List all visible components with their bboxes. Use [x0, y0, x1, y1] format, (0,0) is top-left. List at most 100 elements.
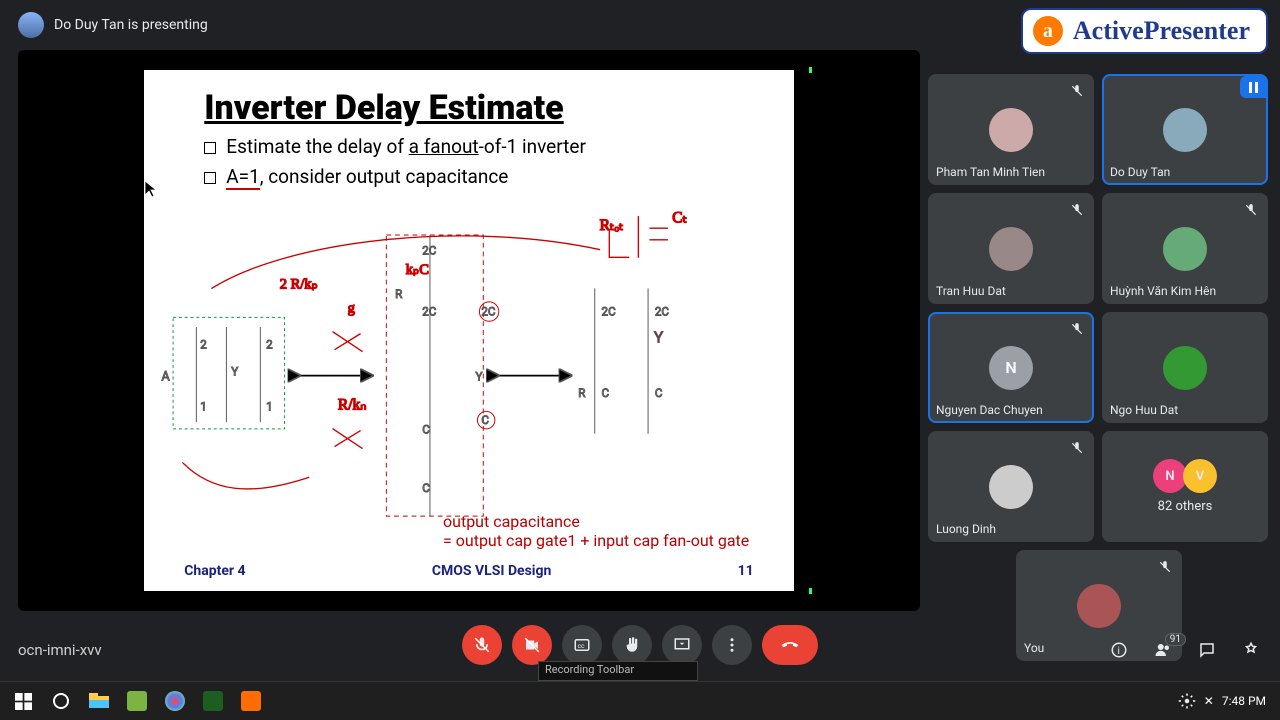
slide: Inverter Delay Estimate Estimate the del…: [144, 70, 793, 592]
participant-tile[interactable]: Pham Tan Minh Tien: [928, 74, 1094, 185]
svg-text:C: C: [422, 422, 430, 436]
slide-title: Inverter Delay Estimate: [204, 88, 763, 128]
participant-name: Luong Dinh: [936, 522, 996, 536]
svg-text:1: 1: [266, 399, 273, 413]
presenter-avatar: [18, 12, 44, 38]
mute-icon: [1066, 318, 1088, 340]
svg-text:2C: 2C: [602, 304, 617, 318]
people-count-badge: 91: [1165, 633, 1186, 646]
svg-text:2: 2: [200, 337, 207, 351]
avatar: [989, 227, 1033, 271]
clock: 7:48 PM: [1222, 694, 1266, 708]
svg-text:Cₜ: Cₜ: [673, 209, 688, 226]
mute-icon: [1066, 199, 1088, 221]
svg-text:2C: 2C: [482, 304, 497, 318]
svg-text:A: A: [162, 369, 171, 384]
svg-text:Y: Y: [232, 364, 239, 378]
avatar: [1163, 108, 1207, 152]
participants-grid: Pham Tan Minh Tien Do Duy Tan Tran Huu Dat…: [928, 74, 1268, 661]
participant-tile[interactable]: Tran Huu Dat: [928, 193, 1094, 304]
captions-button[interactable]: cc: [562, 625, 602, 665]
chat-button[interactable]: [1198, 641, 1222, 665]
slide-footer: Chapter 4 CMOS VLSI Design 11: [184, 563, 753, 579]
end-call-button[interactable]: [762, 625, 818, 665]
svg-text:C: C: [602, 386, 610, 400]
watermark-text: ActivePresenter: [1073, 16, 1250, 46]
footer-page: 11: [738, 563, 754, 579]
recording-toolbar[interactable]: Recording Toolbar: [538, 661, 698, 681]
tile-pause-icon: [1240, 76, 1266, 98]
svg-text:C: C: [482, 413, 490, 427]
right-controls: i 91: [1110, 641, 1266, 665]
mute-icon: [1066, 80, 1088, 102]
participant-name: Tran Huu Dat: [936, 284, 1006, 298]
others-label: 82 others: [1158, 499, 1213, 514]
camera-toggle-button[interactable]: [512, 625, 552, 665]
start-button[interactable]: [4, 682, 42, 720]
svg-text:C: C: [422, 481, 430, 495]
avatar: [989, 108, 1033, 152]
annotation-dot: [809, 588, 812, 594]
svg-text:Y: Y: [654, 328, 664, 346]
svg-text:2 R/kₚ: 2 R/kₚ: [280, 276, 318, 292]
system-tray[interactable]: ✕ 7:48 PM: [1178, 692, 1276, 710]
svg-text:Rₜₒₜ: Rₜₒₜ: [600, 217, 624, 234]
participant-tile[interactable]: Huỳnh Văn Kim Hên: [1102, 193, 1268, 304]
svg-text:2C: 2C: [422, 304, 437, 318]
raise-hand-button[interactable]: [612, 625, 652, 665]
activepresenter-watermark: a ActivePresenter: [1021, 8, 1268, 54]
windows-taskbar[interactable]: ✕ 7:48 PM: [0, 681, 1280, 720]
mute-icon: [1240, 199, 1262, 221]
slide-red-caption: output capacitance = output cap gate1 + …: [443, 512, 749, 550]
avatar: N: [989, 346, 1033, 390]
activepresenter-logo-icon: a: [1033, 16, 1063, 46]
settings-tray-icon[interactable]: [1178, 692, 1196, 710]
more-options-button[interactable]: [712, 625, 752, 665]
mute-icon: [1154, 556, 1176, 578]
foxit-icon[interactable]: [232, 682, 270, 720]
people-button[interactable]: 91: [1154, 641, 1178, 665]
participant-name: Nguyen Dac Chuyen: [936, 403, 1043, 417]
participant-tile[interactable]: Luong Dinh: [928, 431, 1094, 542]
mic-toggle-button[interactable]: [462, 625, 502, 665]
svg-text:2C: 2C: [655, 304, 670, 318]
svg-text:C: C: [655, 386, 663, 400]
svg-text:cc: cc: [578, 642, 586, 650]
svg-text:2C: 2C: [422, 243, 437, 257]
svg-text:R: R: [579, 386, 586, 400]
file-explorer-icon[interactable]: [80, 682, 118, 720]
cursor-icon: [144, 180, 158, 198]
bullet-1: Estimate the delay of a fanout-of-1 inve…: [204, 132, 763, 162]
info-button[interactable]: i: [1110, 641, 1134, 665]
sublime-icon[interactable]: [118, 682, 156, 720]
presentation-area: Inverter Delay Estimate Estimate the del…: [18, 50, 920, 611]
avatar: [989, 465, 1033, 509]
footer-title: CMOS VLSI Design: [432, 563, 552, 579]
svg-text:Y: Y: [476, 369, 483, 383]
svg-text:1: 1: [200, 399, 207, 413]
svg-text:R/kₙ: R/kₙ: [338, 396, 367, 413]
svg-text:kₚC: kₚC: [406, 261, 429, 277]
participant-tile[interactable]: N Nguyen Dac Chuyen: [928, 312, 1094, 423]
participant-name: Do Duy Tan: [1110, 165, 1170, 179]
participant-name: Ngo Huu Dat: [1110, 403, 1178, 417]
activities-button[interactable]: [1242, 641, 1266, 665]
svg-text:i: i: [1118, 646, 1120, 657]
participant-name: Huỳnh Văn Kim Hên: [1110, 284, 1216, 298]
presenter-text: Do Duy Tan is presenting: [54, 17, 208, 33]
close-tray-icon[interactable]: ✕: [1204, 694, 1214, 708]
cortana-button[interactable]: [42, 682, 80, 720]
paint-icon[interactable]: [156, 682, 194, 720]
mute-icon: [1066, 437, 1088, 459]
video-call-window: Do Duy Tan is presenting Inverter Delay …: [0, 0, 1280, 681]
slide-diagram: A 21 21 Y 2C 2C C C R: [144, 180, 793, 552]
participant-tile[interactable]: Ngo Huu Dat: [1102, 312, 1268, 423]
presenter-chip: Do Duy Tan is presenting: [18, 12, 208, 38]
present-button[interactable]: [662, 625, 702, 665]
footer-chapter: Chapter 4: [184, 563, 245, 579]
annotation-dot: [809, 67, 812, 73]
svg-text:R: R: [395, 287, 402, 301]
participant-tile[interactable]: NV82 others: [1102, 431, 1268, 542]
terminal-icon[interactable]: [194, 682, 232, 720]
svg-text:g: g: [348, 300, 355, 316]
